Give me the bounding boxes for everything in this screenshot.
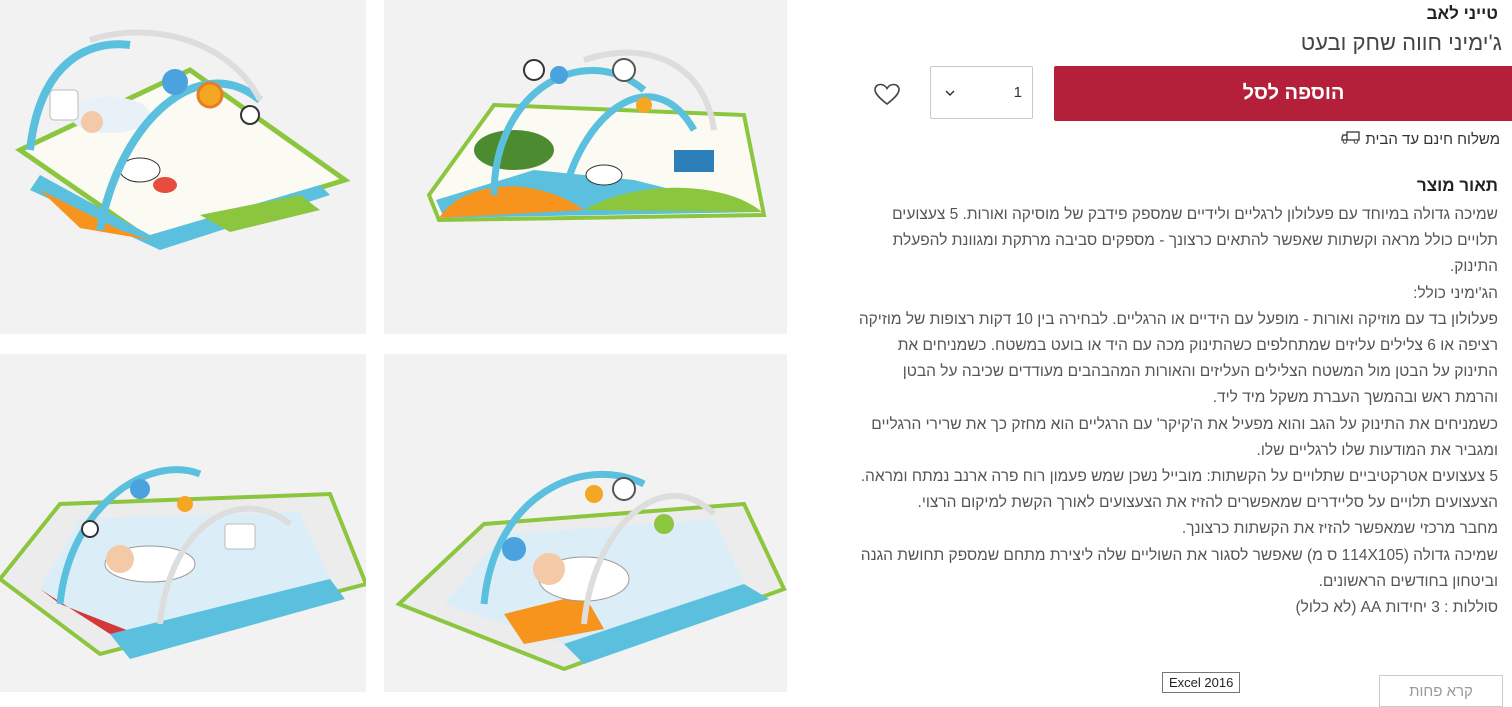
product-image-4[interactable] (384, 354, 787, 692)
shipping-text: משלוח חינם עד הבית (1365, 130, 1500, 148)
description-paragraph: שמיכה גדולה במיוחד עם פעלולון לרגליים ול… (892, 206, 1498, 276)
quantity-select[interactable]: 1 (930, 66, 1033, 119)
description-heading: תאור מוצר (1416, 176, 1498, 195)
shipping-info: משלוח חינם עד הבית (1341, 129, 1500, 149)
product-description: שמיכה גדולה במיוחד עם פעלולון לרגליים ול… (858, 202, 1498, 621)
description-paragraph: סוללות : 3 יחידות AA (לא כלול) (1295, 599, 1498, 617)
description-paragraph: שמיכה גדולה (114X105 ס מ) שאפשר לסגור את… (860, 546, 1498, 590)
wishlist-heart-icon[interactable] (874, 83, 900, 107)
description-paragraph: 5 צעצועים אטרקטיביים שתלויים על הקשתות: … (860, 468, 1498, 512)
chevron-down-icon (945, 84, 955, 102)
quantity-value: 1 (1013, 84, 1022, 101)
tooltip: Excel 2016 (1162, 672, 1241, 693)
product-image-1[interactable] (0, 0, 366, 334)
truck-icon (1341, 129, 1361, 149)
product-image-3[interactable] (0, 354, 366, 692)
product-title: ג'ימיני חווה שחק ובעט (1300, 30, 1502, 55)
description-paragraph: הג'ימיני כולל: (1413, 284, 1498, 302)
product-brand[interactable]: טייני לאב (1427, 4, 1498, 24)
read-less-button[interactable]: קרא פחות (1379, 675, 1503, 707)
description-paragraph: כשמניחים את התינוק על הגב והוא מפעיל את … (871, 415, 1498, 459)
description-paragraph: פעלולון בד עם מוזיקה ואורות - מופעל עם ה… (858, 310, 1498, 407)
product-image-2[interactable] (384, 0, 787, 334)
add-to-cart-button[interactable]: הוספה לסל (1054, 66, 1512, 121)
description-paragraph: מחבר מרכזי שמאפשר להזיז את הקשתות כרצונך… (1181, 520, 1498, 538)
